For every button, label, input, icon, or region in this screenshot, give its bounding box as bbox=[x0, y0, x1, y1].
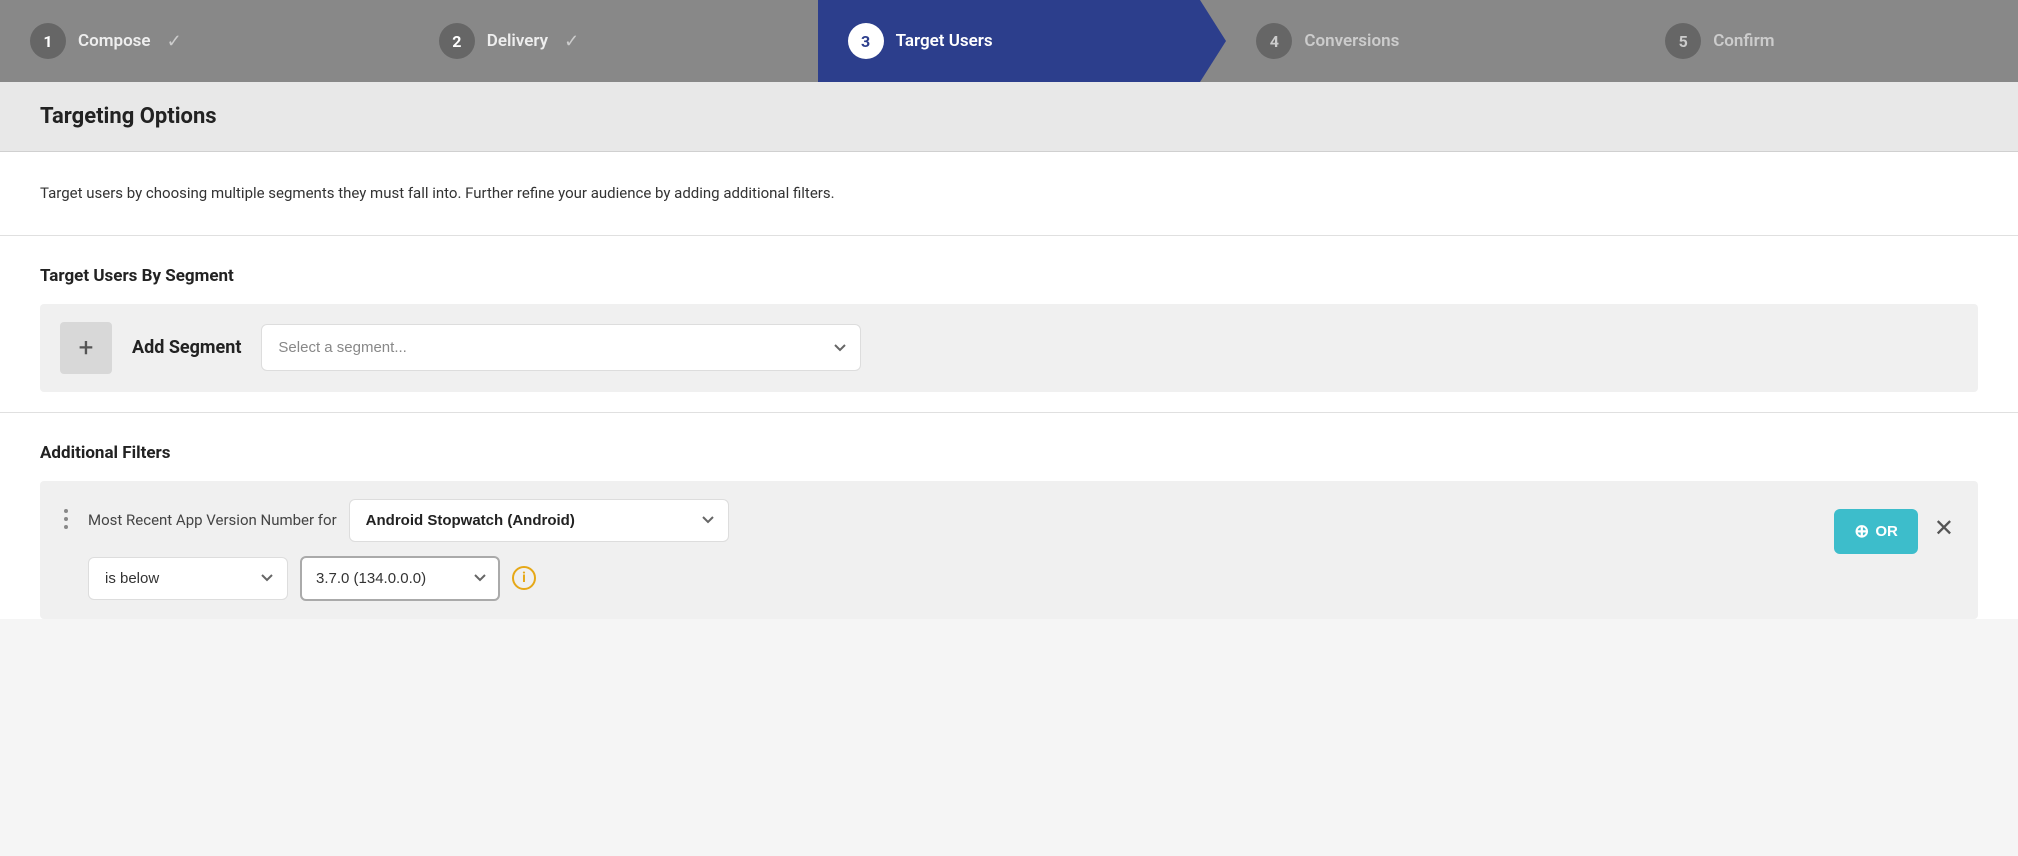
add-segment-plus-button[interactable]: + bbox=[60, 322, 112, 374]
check-icon-compose: ✓ bbox=[167, 31, 182, 52]
or-button-label: OR bbox=[1875, 523, 1898, 540]
check-icon-delivery: ✓ bbox=[564, 31, 579, 52]
drag-dot-1 bbox=[64, 509, 68, 513]
filter-controls: Most Recent App Version Number for Andro… bbox=[88, 499, 1818, 601]
step-label-delivery: Delivery bbox=[487, 31, 548, 51]
or-button[interactable]: ⊕ OR bbox=[1834, 509, 1918, 554]
step-label-target-users: Target Users bbox=[896, 31, 993, 51]
app-version-select[interactable]: Android Stopwatch (Android) bbox=[349, 499, 729, 542]
step-label-compose: Compose bbox=[78, 31, 151, 51]
info-icon[interactable]: i bbox=[512, 566, 536, 590]
filter-label: Most Recent App Version Number for bbox=[88, 511, 337, 529]
filter-actions: ⊕ OR ✕ bbox=[1834, 499, 1958, 554]
arrow-2 bbox=[792, 0, 818, 82]
filter-top-row: Most Recent App Version Number for Andro… bbox=[88, 499, 1818, 542]
step-number-2: 2 bbox=[439, 23, 475, 59]
filter-row: Most Recent App Version Number for Andro… bbox=[40, 481, 1978, 619]
drag-dot-3 bbox=[64, 525, 68, 529]
main-content: Targeting Options Target users by choosi… bbox=[0, 82, 2018, 619]
step-number-4: 4 bbox=[1256, 23, 1292, 59]
targeting-options-title: Targeting Options bbox=[40, 104, 1978, 129]
arrow-1 bbox=[383, 0, 409, 82]
arrow-3 bbox=[1200, 0, 1226, 82]
filter-bottom-row: is below 3.7.0 (134.0.0.0) i bbox=[88, 556, 1818, 601]
wizard-step-delivery[interactable]: 2 Delivery ✓ bbox=[409, 0, 792, 82]
wizard-step-compose[interactable]: 1 Compose ✓ bbox=[0, 0, 383, 82]
drag-dot-2 bbox=[64, 517, 68, 521]
segment-select[interactable]: Select a segment... bbox=[261, 324, 861, 371]
step-number-5: 5 bbox=[1665, 23, 1701, 59]
segment-section-title: Target Users By Segment bbox=[40, 266, 1978, 286]
wizard-bar: 1 Compose ✓ 2 Delivery ✓ 3 Target Users … bbox=[0, 0, 2018, 82]
step-label-conversions: Conversions bbox=[1304, 31, 1399, 51]
condition-select[interactable]: is below bbox=[88, 557, 288, 600]
description-text: Target users by choosing multiple segmen… bbox=[40, 182, 1978, 205]
add-segment-row: + Add Segment Select a segment... bbox=[40, 304, 1978, 392]
step-number-1: 1 bbox=[30, 23, 66, 59]
wizard-step-target-users[interactable]: 3 Target Users bbox=[818, 0, 1201, 82]
filters-section-title: Additional Filters bbox=[40, 443, 1978, 463]
add-segment-label: Add Segment bbox=[132, 337, 241, 358]
wizard-step-conversions[interactable]: 4 Conversions bbox=[1226, 0, 1609, 82]
step-label-confirm: Confirm bbox=[1713, 31, 1774, 51]
drag-handle[interactable] bbox=[60, 499, 72, 539]
wizard-step-confirm[interactable]: 5 Confirm bbox=[1635, 0, 2018, 82]
segment-section: Target Users By Segment + Add Segment Se… bbox=[0, 236, 2018, 413]
or-plus-icon: ⊕ bbox=[1854, 521, 1869, 542]
targeting-options-header: Targeting Options bbox=[0, 82, 2018, 152]
arrow-4 bbox=[1609, 0, 1635, 82]
remove-filter-button[interactable]: ✕ bbox=[1930, 509, 1958, 549]
description-section: Target users by choosing multiple segmen… bbox=[0, 152, 2018, 236]
version-select[interactable]: 3.7.0 (134.0.0.0) bbox=[300, 556, 500, 601]
filters-section: Additional Filters Most Recent App Versi… bbox=[0, 413, 2018, 619]
step-number-3: 3 bbox=[848, 23, 884, 59]
